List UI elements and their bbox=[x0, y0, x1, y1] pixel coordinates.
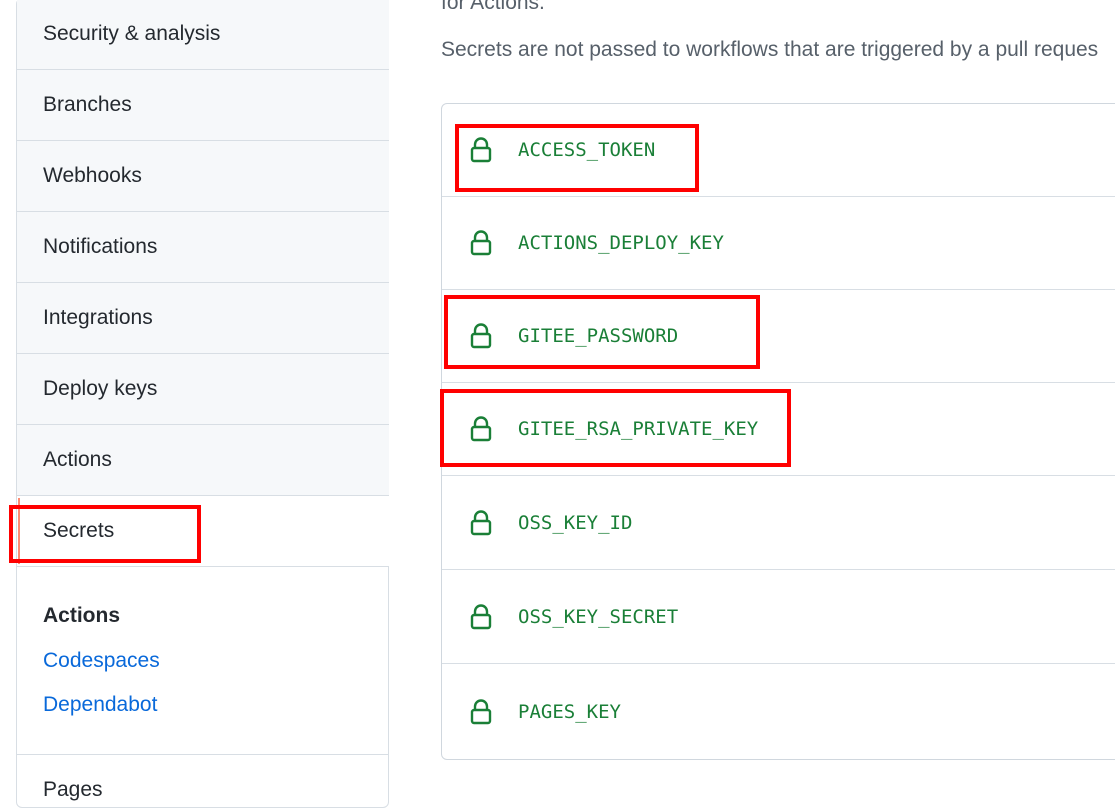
sidebar-item-label: Webhooks bbox=[43, 164, 142, 187]
sidebar-item-secrets[interactable]: Secrets bbox=[17, 496, 389, 567]
sidebar-item-notifications[interactable]: Notifications bbox=[17, 212, 389, 283]
lock-icon bbox=[470, 698, 492, 724]
sidebar-item-label: Security & analysis bbox=[43, 22, 221, 45]
secret-name: ACTIONS_DEPLOY_KEY bbox=[518, 232, 724, 254]
sidebar-item-label: Notifications bbox=[43, 235, 158, 258]
sidebar-item-label: Integrations bbox=[43, 306, 153, 329]
secrets-subgroup-title: Actions bbox=[43, 604, 121, 627]
lock-icon bbox=[470, 137, 492, 163]
sidebar-divider bbox=[17, 754, 389, 755]
lock-icon bbox=[470, 323, 492, 349]
sidebar-link-codespaces[interactable]: Codespaces bbox=[43, 649, 160, 673]
secret-name: GITEE_PASSWORD bbox=[518, 325, 679, 347]
sidebar-item-webhooks[interactable]: Webhooks bbox=[17, 141, 389, 212]
secret-row: GITEE_RSA_PRIVATE_KEY bbox=[442, 383, 1115, 476]
sidebar-link-dependabot[interactable]: Dependabot bbox=[43, 693, 157, 717]
secret-name: OSS_KEY_SECRET bbox=[518, 606, 679, 628]
sidebar-item-deploy-keys[interactable]: Deploy keys bbox=[17, 354, 389, 425]
lock-icon bbox=[470, 416, 492, 442]
secrets-list: ACCESS_TOKEN ACTIONS_DEPLOY_KEY GITEE_PA… bbox=[441, 103, 1115, 760]
secret-name: ACCESS_TOKEN bbox=[518, 139, 656, 161]
secret-row: PAGES_KEY bbox=[442, 665, 1115, 758]
sidebar-item-label: Actions bbox=[43, 448, 112, 471]
secret-row: OSS_KEY_SECRET bbox=[442, 571, 1115, 664]
sidebar-item-pages[interactable]: Pages bbox=[43, 778, 103, 802]
secret-name: OSS_KEY_ID bbox=[518, 512, 633, 534]
lock-icon bbox=[470, 230, 492, 256]
sidebar-item-label: Secrets bbox=[43, 519, 115, 542]
settings-sidebar: Security & analysis Branches Webhooks No… bbox=[16, 0, 389, 808]
sidebar-item-security-analysis[interactable]: Security & analysis bbox=[17, 0, 389, 70]
secret-row: GITEE_PASSWORD bbox=[442, 290, 1115, 383]
secret-name: GITEE_RSA_PRIVATE_KEY bbox=[518, 418, 759, 440]
secret-row: ACCESS_TOKEN bbox=[442, 104, 1115, 197]
secret-row: OSS_KEY_ID bbox=[442, 477, 1115, 570]
sidebar-item-label: Branches bbox=[43, 93, 132, 116]
sidebar-item-branches[interactable]: Branches bbox=[17, 70, 389, 141]
sidebar-item-integrations[interactable]: Integrations bbox=[17, 283, 389, 354]
sidebar-item-actions[interactable]: Actions bbox=[17, 425, 389, 496]
secret-name: PAGES_KEY bbox=[518, 700, 621, 723]
pull-request-note: Secrets are not passed to workflows that… bbox=[441, 38, 1099, 61]
lock-icon bbox=[470, 510, 492, 536]
intro-text-fragment: for Actions. bbox=[441, 0, 545, 14]
lock-icon bbox=[470, 604, 492, 630]
sidebar-item-label: Deploy keys bbox=[43, 377, 158, 400]
secret-row: ACTIONS_DEPLOY_KEY bbox=[442, 197, 1115, 290]
